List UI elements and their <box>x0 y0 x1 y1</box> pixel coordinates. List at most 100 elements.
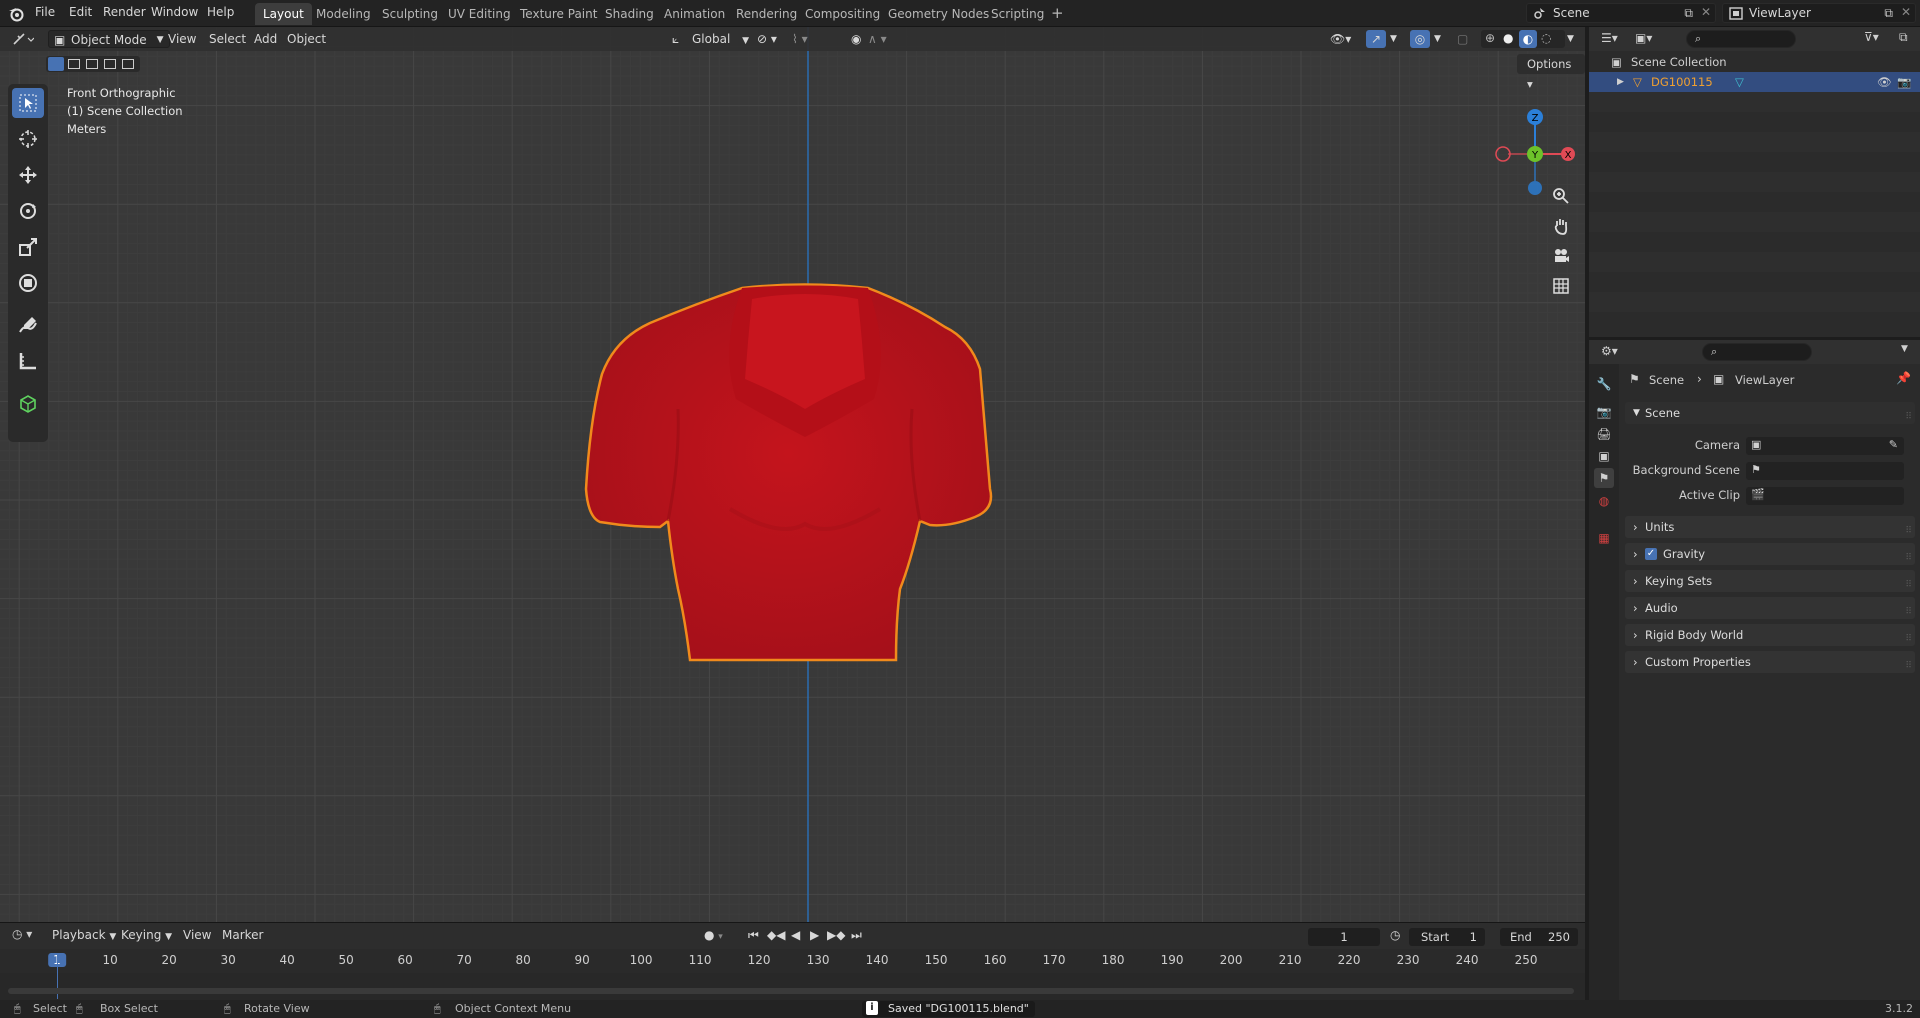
render-camera-icon[interactable]: 📷 <box>1897 72 1911 92</box>
3d-viewport[interactable]: ▣ Object Mode ▼ View Select Add Object ⟀… <box>0 27 1585 922</box>
display-mode-icon[interactable]: ▣▾ <box>1635 31 1652 45</box>
next-keyframe-icon[interactable]: ▶◆ <box>827 926 845 944</box>
select-new-icon[interactable] <box>48 57 64 71</box>
record-icon[interactable]: ● ▾ <box>704 926 723 944</box>
select-subtract-icon[interactable] <box>86 59 98 69</box>
orientation-dropdown[interactable]: ⟀ Global ▼ <box>672 30 749 48</box>
chevron-down-icon[interactable]: ▼ <box>1901 344 1908 354</box>
view-layer-selector[interactable]: ViewLayer ⧉ ✕ <box>1722 3 1916 23</box>
pin-icon[interactable]: 📌 <box>1896 371 1911 385</box>
add-cube-tool[interactable] <box>12 388 44 418</box>
select-box-tool[interactable] <box>12 88 44 118</box>
options-button[interactable]: Options ▾ <box>1517 54 1585 91</box>
tab-geometry-nodes[interactable]: Geometry Nodes <box>880 3 997 25</box>
copy-view-layer-icon[interactable]: ⧉ <box>1884 6 1893 21</box>
mode-dropdown[interactable]: ▣ Object Mode ▼ <box>48 30 170 48</box>
scene-tab-icon[interactable]: ⚑ <box>1594 468 1614 488</box>
scene-panel-header[interactable]: ▼ Scene ⠿ <box>1625 402 1915 424</box>
tab-modeling[interactable]: Modeling <box>308 3 379 25</box>
camera-view-icon[interactable] <box>1547 242 1575 270</box>
menu-add[interactable]: Add <box>254 30 277 48</box>
falloff-icon[interactable]: ∧ ▾ <box>868 30 887 48</box>
select-invert-icon[interactable] <box>104 59 116 69</box>
expand-arrow-icon[interactable]: ▶ <box>1617 72 1624 92</box>
drag-handle-icon[interactable]: ⠿ <box>1905 547 1912 569</box>
annotate-tool[interactable] <box>12 310 44 340</box>
tab-layout[interactable]: Layout <box>255 3 312 25</box>
menu-render[interactable]: Render <box>103 5 146 19</box>
tab-uv-editing[interactable]: UV Editing <box>440 3 519 25</box>
drag-handle-icon[interactable]: ⠿ <box>1905 574 1912 596</box>
jump-end-icon[interactable]: ⏭ <box>851 926 862 944</box>
drag-handle-icon[interactable]: ⠿ <box>1905 655 1912 677</box>
outliner-row-scene-collection[interactable]: ▣ Scene Collection <box>1589 52 1920 72</box>
solid-shading-icon[interactable]: ● <box>1503 31 1513 45</box>
ortho-grid-icon[interactable] <box>1547 272 1575 300</box>
panel-rigid-body-world[interactable]: › Rigid Body World ⠿ <box>1625 624 1915 646</box>
menu-select[interactable]: Select <box>209 30 246 48</box>
start-frame-field[interactable]: Start 1 <box>1409 928 1485 946</box>
panel-custom-properties[interactable]: › Custom Properties ⠿ <box>1625 651 1915 673</box>
drag-handle-icon[interactable]: ⠿ <box>1905 601 1912 623</box>
measure-tool[interactable] <box>12 346 44 376</box>
tool-tab-icon[interactable]: 🔧 <box>1594 374 1614 394</box>
proportional-edit-icon[interactable]: ◉ <box>851 30 861 48</box>
copy-scene-icon[interactable]: ⧉ <box>1684 6 1693 21</box>
chevron-down-icon[interactable]: ▼ <box>1567 30 1574 48</box>
tab-rendering[interactable]: Rendering <box>728 3 805 25</box>
shirt-mesh[interactable] <box>580 259 1030 664</box>
menu-edit[interactable]: Edit <box>69 5 92 19</box>
tab-sculpting[interactable]: Sculpting <box>374 3 446 25</box>
panel-keying-sets[interactable]: › Keying Sets ⠿ <box>1625 570 1915 592</box>
wireframe-shading-icon[interactable]: ⊕ <box>1485 31 1495 45</box>
blender-logo-icon[interactable] <box>8 5 25 22</box>
play-icon[interactable]: ▶ <box>810 926 819 944</box>
menu-file[interactable]: File <box>35 5 55 19</box>
filter-icon[interactable]: ⊽▾ <box>1864 30 1879 44</box>
outliner-editor-icon[interactable]: ☰▾ <box>1601 31 1618 45</box>
add-workspace-icon[interactable]: + <box>1051 4 1064 22</box>
scale-tool[interactable] <box>12 232 44 262</box>
output-tab-icon[interactable]: 🖨 <box>1594 424 1614 444</box>
drag-handle-icon[interactable]: ⠿ <box>1905 406 1912 428</box>
panel-audio[interactable]: › Audio ⠿ <box>1625 597 1915 619</box>
current-frame-field[interactable]: 1 <box>1308 928 1380 946</box>
panel-gravity[interactable]: › ✓ Gravity ⠿ <box>1625 543 1915 565</box>
render-tab-icon[interactable]: 📷 <box>1594 402 1614 422</box>
xray-icon[interactable]: ▢ <box>1457 30 1468 48</box>
close-scene-icon[interactable]: ✕ <box>1701 5 1711 19</box>
editor-type-icon[interactable] <box>12 32 34 46</box>
zoom-icon[interactable] <box>1547 182 1575 210</box>
visibility-icon[interactable]: 👁▾ <box>1330 30 1351 48</box>
scene-selector[interactable]: Scene ⧉ ✕ <box>1526 3 1716 23</box>
background-scene-field[interactable]: ⚑ <box>1746 462 1904 480</box>
material-shading-icon[interactable]: ◐ <box>1519 30 1537 48</box>
gizmo-toggle-icon[interactable]: ↗ <box>1366 30 1386 48</box>
tab-scripting[interactable]: Scripting <box>983 3 1052 25</box>
panel-units[interactable]: › Units ⠿ <box>1625 516 1915 538</box>
chevron-down-icon[interactable]: ▼ <box>1390 30 1397 48</box>
outliner[interactable]: ☰▾ ▣▾ ⌕ ⊽▾ ⧉ ▣ Scene Collection ▶ ▽ DG10… <box>1589 27 1920 337</box>
menu-marker[interactable]: Marker <box>222 926 263 944</box>
tab-compositing[interactable]: Compositing <box>797 3 888 25</box>
texture-tab-icon[interactable]: ▦ <box>1594 528 1614 548</box>
status-message-box[interactable]: i Saved "DG100115.blend" <box>862 1001 1035 1017</box>
menu-object[interactable]: Object <box>287 30 326 48</box>
jump-start-icon[interactable]: ⏮ <box>748 926 759 944</box>
eyedropper-icon[interactable]: ✎ <box>1889 438 1898 451</box>
clock-editor-icon[interactable]: ◷ ▾ <box>12 927 32 941</box>
end-frame-field[interactable]: End 250 <box>1500 928 1578 946</box>
active-clip-field[interactable]: 🎬 <box>1746 487 1904 505</box>
new-collection-icon[interactable]: ⧉ <box>1899 30 1908 45</box>
drag-handle-icon[interactable]: ⠿ <box>1905 628 1912 650</box>
chevron-down-icon[interactable]: ▼ <box>1434 30 1441 48</box>
pan-hand-icon[interactable] <box>1547 212 1575 240</box>
frame-ruler[interactable]: 1102030405060708090100110120130140150160… <box>0 949 1585 973</box>
tab-animation[interactable]: Animation <box>656 3 733 25</box>
eye-visibility-icon[interactable]: 👁 <box>1877 72 1892 92</box>
view-layer-tab-icon[interactable]: ▣ <box>1594 446 1614 466</box>
menu-view[interactable]: View <box>168 30 196 48</box>
menu-window[interactable]: Window <box>151 5 198 19</box>
outliner-search-input[interactable]: ⌕ <box>1686 30 1796 48</box>
pivot-icon[interactable]: ⊘ ▾ <box>757 30 777 48</box>
